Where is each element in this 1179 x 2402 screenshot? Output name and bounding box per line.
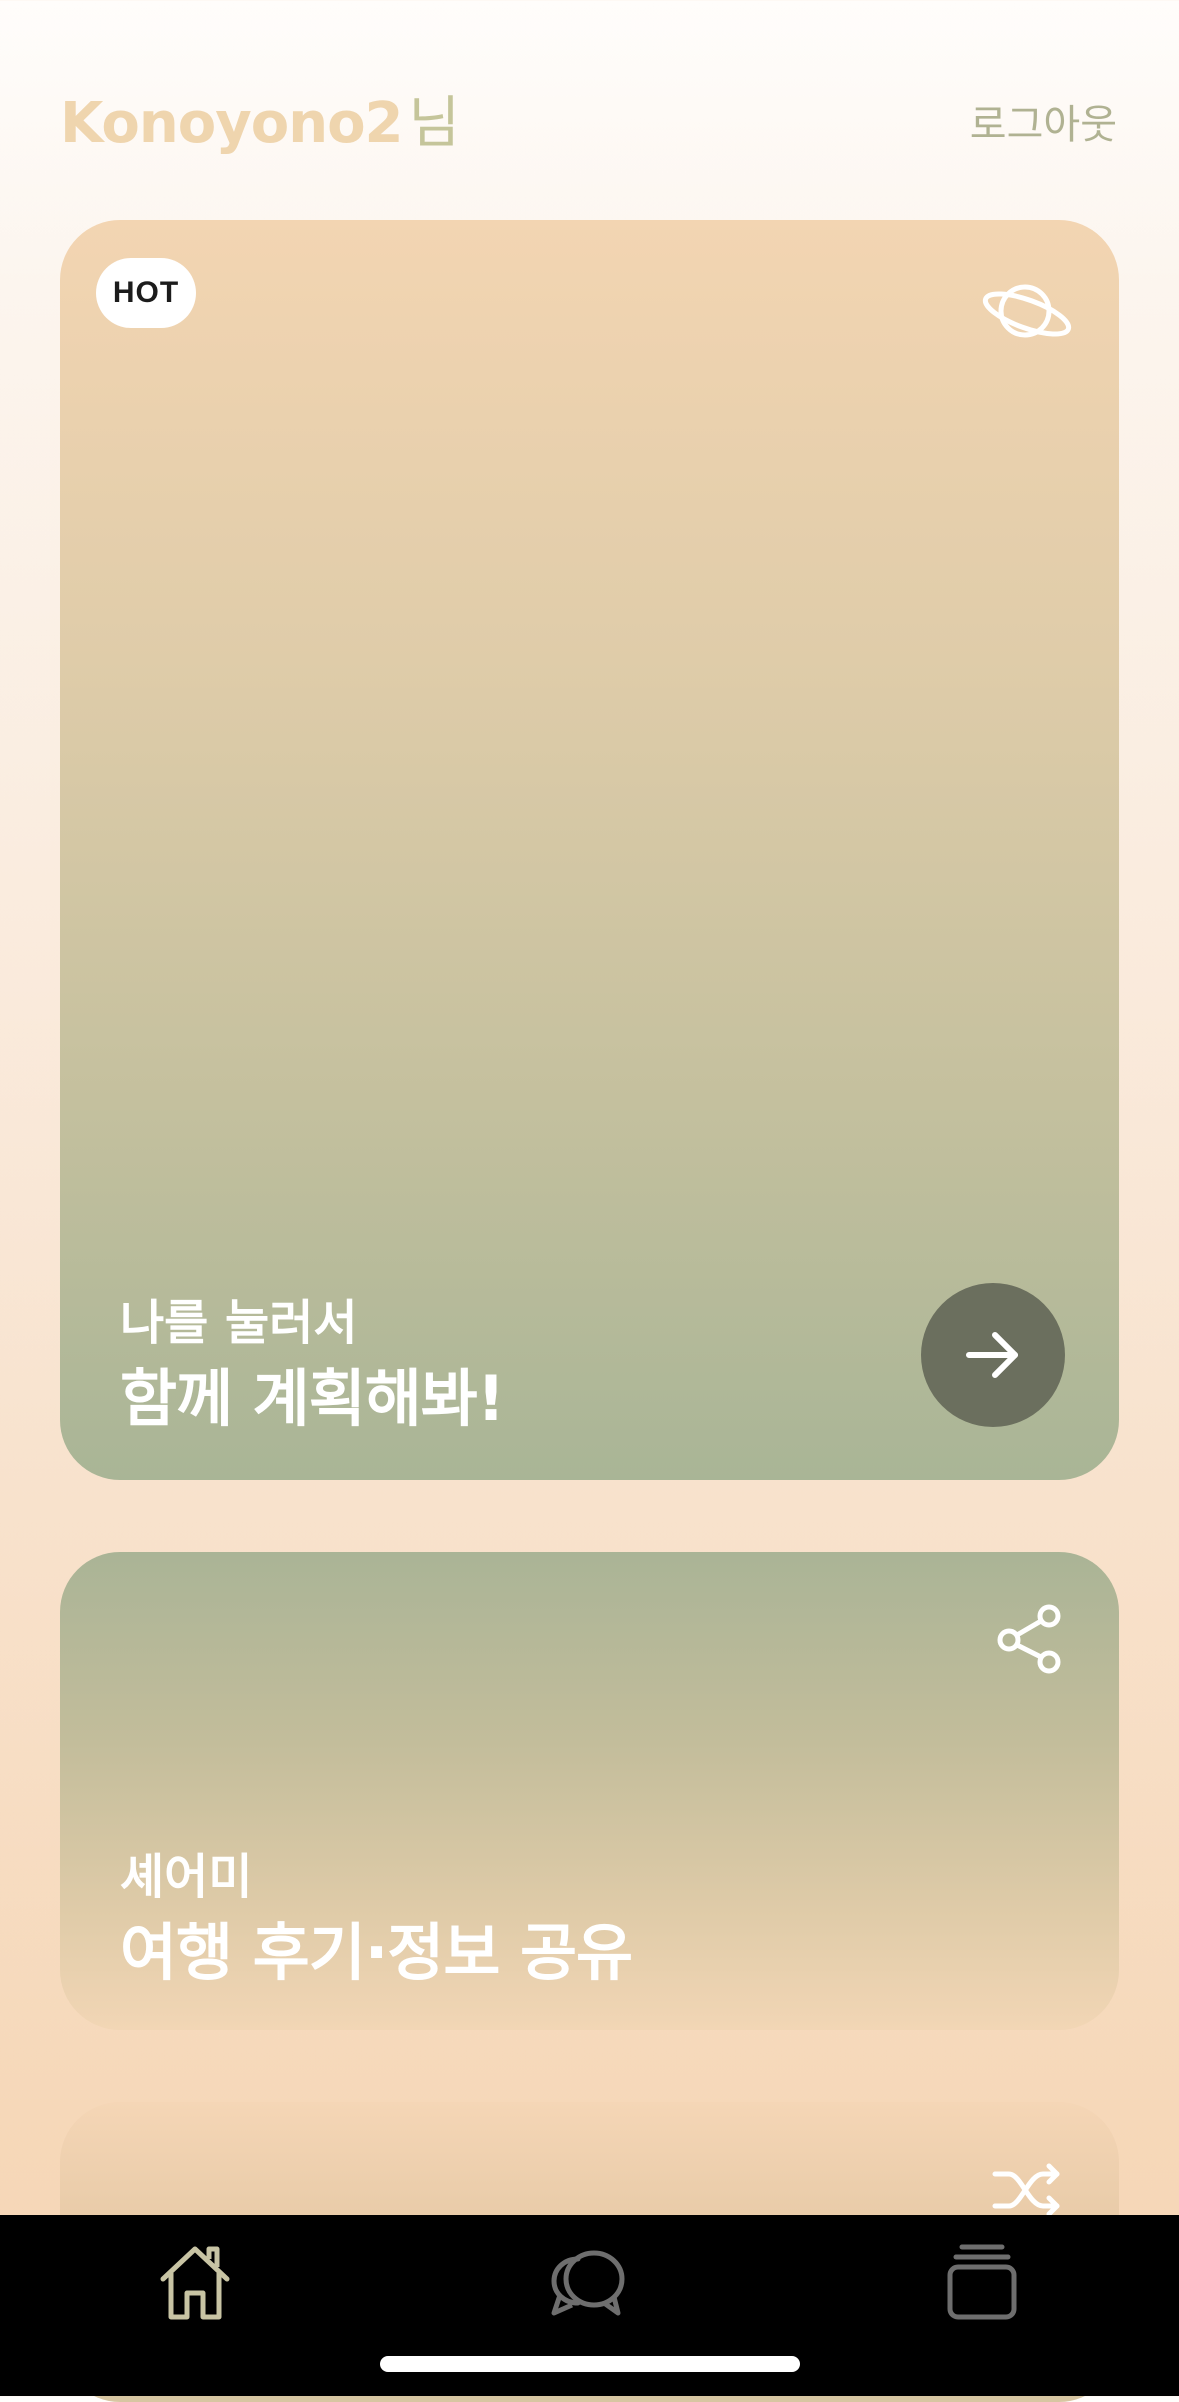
cards-stack-icon bbox=[947, 2244, 1017, 2320]
tab-cards[interactable] bbox=[932, 2233, 1032, 2333]
home-indicator bbox=[380, 2356, 800, 2372]
card-subtitle: 나를 눌러서 bbox=[120, 1295, 358, 1351]
home-icon bbox=[160, 2246, 230, 2320]
username: Konoyono2 bbox=[60, 91, 404, 156]
card-title: 여행 후기·정보 공유 bbox=[120, 1916, 633, 1989]
chat-icon bbox=[551, 2250, 625, 2316]
tab-home[interactable] bbox=[145, 2233, 245, 2333]
header: Konoyono2 님 로그아웃 bbox=[0, 0, 1179, 200]
shuffle-icon bbox=[992, 2163, 1060, 2217]
plan-together-card[interactable]: HOT 나를 눌러서 함께 계획해봐! bbox=[60, 220, 1119, 1480]
hot-badge: HOT bbox=[96, 258, 196, 328]
tab-chat[interactable] bbox=[538, 2233, 638, 2333]
planet-icon bbox=[982, 284, 1072, 338]
logout-button[interactable]: 로그아웃 bbox=[970, 92, 1117, 150]
share-icon bbox=[997, 1604, 1061, 1674]
honorific: 님 bbox=[408, 91, 461, 156]
card-subtitle: 셰어미 bbox=[120, 1849, 253, 1905]
username-greeting: Konoyono2 님 bbox=[60, 78, 461, 159]
arrow-right-icon bbox=[966, 1332, 1018, 1378]
go-arrow-button[interactable] bbox=[921, 1283, 1065, 1427]
bottom-tab-bar bbox=[0, 2215, 1179, 2396]
card-title: 함께 계획해봐! bbox=[120, 1362, 505, 1435]
share-me-card[interactable]: 셰어미 여행 후기·정보 공유 bbox=[60, 1552, 1119, 2030]
